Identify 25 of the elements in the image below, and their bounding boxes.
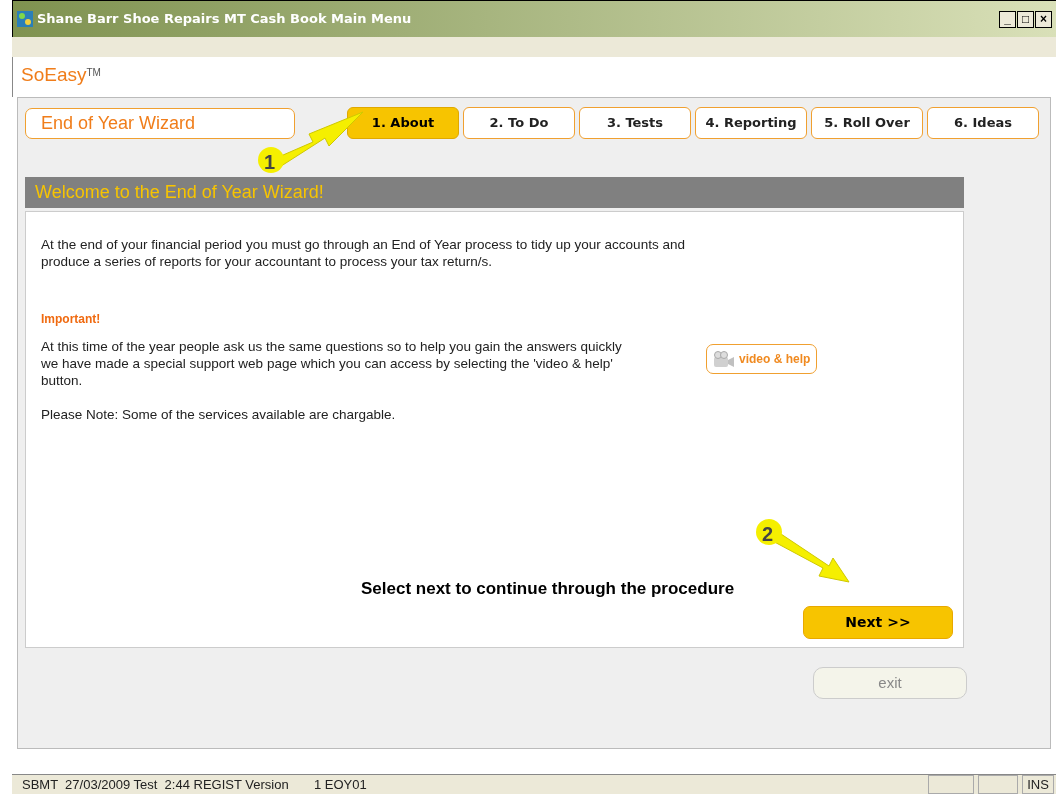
important-text: At this time of the year people ask us the same questions so to help you gain the answers quickly we have made a special support web page which you can access by selecting the 'video & help' button.	[41, 338, 623, 389]
insert-mode-indicator: INS	[1022, 775, 1054, 794]
wizard-tab[interactable]: 5. Roll Over	[811, 107, 923, 139]
brand-logo: SoEasy$^{TM}$	[21, 63, 101, 87]
welcome-heading: Welcome to the End of Year Wizard!	[25, 177, 964, 208]
callout-number: 2	[762, 522, 774, 547]
wizard-tab[interactable]: 4. Reporting	[695, 107, 807, 139]
wizard-tab[interactable]: 1. About	[347, 107, 459, 139]
wizard-tab[interactable]: 6. Ideas	[927, 107, 1039, 139]
next-button[interactable]: Next >>	[803, 606, 953, 639]
window-title: Shane Barr Shoe Repairs MT Cash Book Main Menu	[37, 10, 412, 29]
app-icon	[17, 11, 33, 27]
callout-number: 1	[264, 150, 276, 175]
instruction-text: Select next to continue through the procedure	[361, 578, 735, 600]
wizard-tab[interactable]: 3. Tests	[579, 107, 691, 139]
status-text: SBMT 27/03/2009 Test 2:44 REGIST Version 1 EOY01	[22, 775, 367, 794]
important-label: Important!	[41, 311, 102, 328]
note-text: Please Note: Some of the services available are chargable.	[41, 406, 397, 424]
minimize-button[interactable]: _	[999, 10, 1016, 28]
intro-text: At the end of your financial period you must go through an End of Year process to tidy up your accounts and produce a series of reports for your accountant to process your tax return/s.	[41, 236, 686, 270]
wizard-tab[interactable]: 2. To Do	[463, 107, 575, 139]
maximize-button[interactable]: □	[1017, 10, 1034, 28]
video-camera-icon	[713, 350, 735, 368]
wizard-title: End of Year Wizard	[25, 107, 295, 139]
close-button[interactable]: ×	[1035, 10, 1052, 28]
